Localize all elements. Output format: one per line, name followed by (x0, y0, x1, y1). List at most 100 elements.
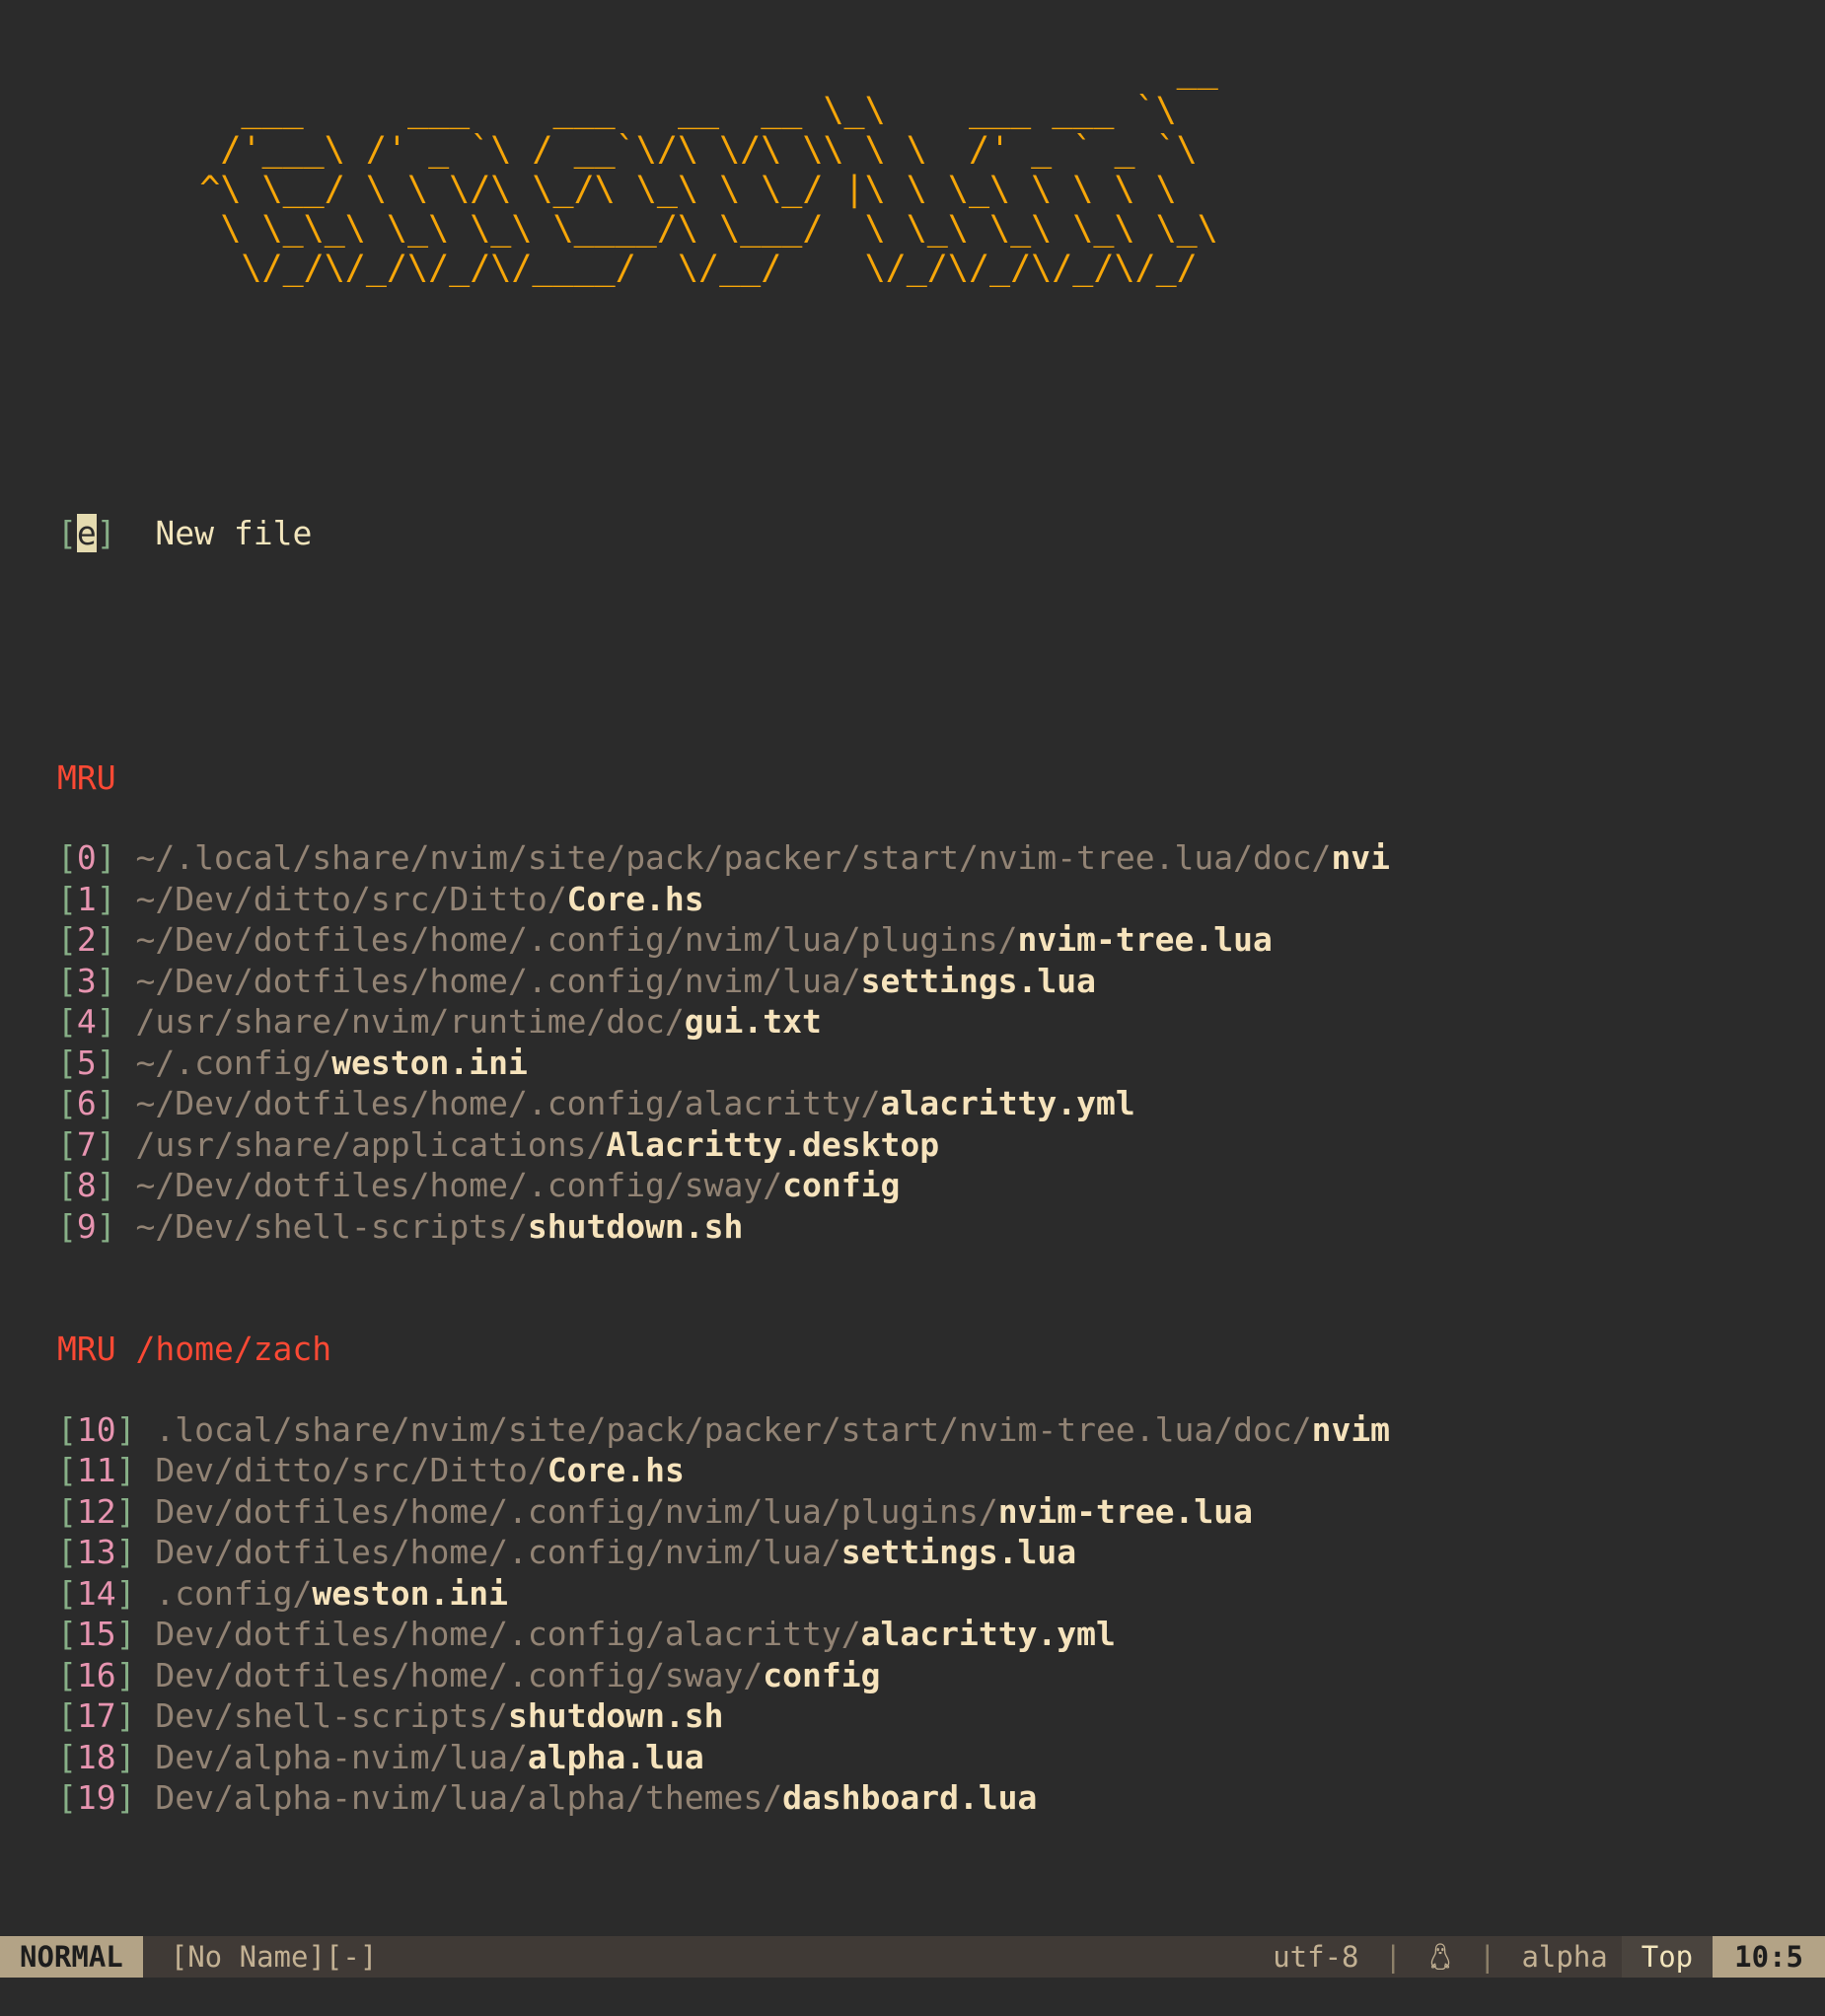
entry-index: 4 (76, 1002, 97, 1041)
entry-bracket-open: [ (57, 1451, 77, 1489)
entry-directory-path: Dev/dotfiles/home/.config/sway/ (155, 1655, 764, 1694)
entry-index: 13 (76, 1533, 116, 1571)
entry-index: 18 (76, 1737, 116, 1776)
entry-directory-path: .local/share/nvim/site/pack/packer/start… (155, 1409, 1312, 1449)
button-bracket-open: [ (57, 514, 77, 552)
mru-group-title: MRU (57, 757, 116, 797)
entry-index: 16 (76, 1655, 116, 1694)
entry-bracket-open: [ (57, 1084, 77, 1122)
button-bracket-close: ] (96, 514, 116, 552)
entry-bracket-open: [ (57, 1615, 77, 1653)
entry-directory-path: ~/Dev/ditto/src/Ditto/ (135, 879, 567, 918)
entry-bracket-open: [ (57, 1491, 77, 1531)
entry-bracket-close: ] (96, 1206, 116, 1246)
entry-directory-path: ~/.local/share/nvim/site/pack/packer/sta… (135, 838, 1332, 877)
mru-file-entry[interactable]: [2] ~/Dev/dotfiles/home/.config/nvim/lua… (57, 919, 1825, 961)
entry-bracket-close: ] (115, 1573, 136, 1613)
mru-group-title: MRU (57, 1330, 116, 1368)
entry-bracket-open: [ (57, 920, 77, 959)
entry-filename: weston.ini (331, 1043, 528, 1082)
entry-directory-path: Dev/dotfiles/home/.config/alacritty/ (155, 1615, 861, 1653)
mru-file-entry[interactable]: [13] Dev/dotfiles/home/.config/nvim/lua/… (57, 1532, 1825, 1573)
entry-spacer (136, 1778, 156, 1817)
entry-spacer (136, 1451, 156, 1489)
mru-file-entry[interactable]: [7] /usr/share/applications/Alacritty.de… (57, 1124, 1825, 1166)
entry-filename: nvim-tree.lua (997, 1491, 1253, 1531)
entry-bracket-close: ] (115, 1451, 136, 1489)
statusline-separator-2: | (1478, 1940, 1496, 1974)
entry-spacer (116, 962, 136, 1000)
entry-directory-path: Dev/alpha-nvim/lua/ (155, 1737, 528, 1776)
mru-group-cwd: /home/zach (135, 1330, 332, 1368)
mru-file-entry[interactable]: [17] Dev/shell-scripts/shutdown.sh (57, 1695, 1825, 1737)
entry-bracket-close: ] (115, 1409, 136, 1449)
statusline: NORMAL [No Name][-] utf-8 | | alpha Top … (0, 1936, 1825, 1978)
entry-index: 9 (76, 1206, 97, 1246)
entry-index: 19 (76, 1778, 116, 1817)
mru-file-entry[interactable]: [14] .config/weston.ini (57, 1573, 1825, 1615)
mru-file-entry[interactable]: [4] /usr/share/nvim/runtime/doc/gui.txt (57, 1001, 1825, 1043)
entry-filename: settings.lua (840, 1533, 1077, 1571)
statusline-filler (391, 1936, 1260, 1978)
mru-file-entry[interactable]: [16] Dev/dotfiles/home/.config/sway/conf… (57, 1655, 1825, 1696)
linux-penguin-icon (1414, 1942, 1467, 1972)
entry-directory-path: Dev/dotfiles/home/.config/nvim/lua/plugi… (155, 1491, 998, 1531)
mru-file-entry[interactable]: [3] ~/Dev/dotfiles/home/.config/nvim/lua… (57, 961, 1825, 1002)
entry-index: 15 (76, 1615, 116, 1653)
entry-directory-path: ~/Dev/dotfiles/home/.config/sway/ (135, 1166, 783, 1204)
mru-file-entry[interactable]: [19] Dev/alpha-nvim/lua/alpha/themes/das… (57, 1777, 1825, 1819)
entry-index: 2 (76, 920, 97, 959)
entry-index: 8 (76, 1166, 97, 1204)
entry-filename: gui.txt (684, 1002, 822, 1041)
mru-file-entry[interactable]: [8] ~/Dev/dotfiles/home/.config/sway/con… (57, 1165, 1825, 1206)
statusline-line-column: 10:5 (1713, 1936, 1825, 1978)
entry-bracket-close: ] (96, 1124, 116, 1164)
entry-spacer (116, 1166, 136, 1204)
entry-bracket-open: [ (57, 1166, 77, 1204)
entry-bracket-close: ] (96, 879, 116, 918)
mru-file-entry[interactable]: [12] Dev/dotfiles/home/.config/nvim/lua/… (57, 1491, 1825, 1533)
entry-spacer (136, 1615, 156, 1653)
entry-spacer (116, 1044, 136, 1082)
entry-directory-path: Dev/alpha-nvim/lua/alpha/themes/ (155, 1778, 783, 1817)
entry-bracket-close: ] (96, 1166, 116, 1204)
entry-index: 3 (76, 961, 97, 1000)
entry-spacer (136, 1738, 156, 1776)
entry-bracket-open: [ (57, 1002, 77, 1041)
entry-index: 12 (76, 1491, 116, 1531)
entry-index: 10 (76, 1409, 116, 1449)
mru-file-entry[interactable]: [5] ~/.config/weston.ini (57, 1043, 1825, 1084)
entry-bracket-close: ] (115, 1778, 136, 1817)
entry-directory-path: ~/Dev/dotfiles/home/.config/alacritty/ (135, 1084, 881, 1122)
entry-bracket-close: ] (96, 838, 116, 877)
entry-bracket-close: ] (96, 1002, 116, 1041)
entry-bracket-close: ] (115, 1737, 136, 1776)
entry-directory-path: /usr/share/nvim/runtime/doc/ (135, 1002, 685, 1041)
button-shortcut-key[interactable]: e (76, 514, 97, 552)
entry-bracket-close: ] (96, 1043, 116, 1082)
mru-file-entry[interactable]: [11] Dev/ditto/src/Ditto/Core.hs (57, 1450, 1825, 1491)
mru-file-entry[interactable]: [0] ~/.local/share/nvim/site/pack/packer… (57, 837, 1825, 879)
entry-index: 1 (76, 879, 97, 918)
entry-directory-path: Dev/ditto/src/Ditto/ (155, 1451, 548, 1489)
statusline-right-group: utf-8 | | alpha (1259, 1936, 1622, 1978)
entry-bracket-open: [ (57, 1737, 77, 1776)
entry-bracket-open: [ (57, 1124, 77, 1164)
entry-index: 11 (76, 1451, 116, 1489)
dashboard-button-new-file[interactable]: [e] New file (57, 513, 1825, 554)
mru-file-entry[interactable]: [15] Dev/dotfiles/home/.config/alacritty… (57, 1614, 1825, 1655)
mru-file-entry[interactable]: [18] Dev/alpha-nvim/lua/alpha.lua (57, 1737, 1825, 1778)
mru-file-entry[interactable]: [9] ~/Dev/shell-scripts/shutdown.sh (57, 1206, 1825, 1248)
mru-file-entry[interactable]: [1] ~/Dev/ditto/src/Ditto/Core.hs (57, 879, 1825, 920)
entry-index: 7 (76, 1124, 97, 1164)
statusline-scroll-position: Top (1621, 1936, 1714, 1978)
entry-spacer (136, 1696, 156, 1735)
entry-spacer (116, 1125, 136, 1164)
mru-file-entry[interactable]: [6] ~/Dev/dotfiles/home/.config/alacritt… (57, 1083, 1825, 1124)
mru-group-header: MRU /home/zach (57, 1329, 1825, 1370)
entry-filename: nvim (1311, 1409, 1391, 1449)
entry-spacer (116, 1207, 136, 1246)
entry-spacer (136, 1492, 156, 1531)
entry-directory-path: ~/Dev/dotfiles/home/.config/nvim/lua/plu… (135, 920, 1018, 959)
mru-file-entry[interactable]: [10] .local/share/nvim/site/pack/packer/… (57, 1409, 1825, 1451)
